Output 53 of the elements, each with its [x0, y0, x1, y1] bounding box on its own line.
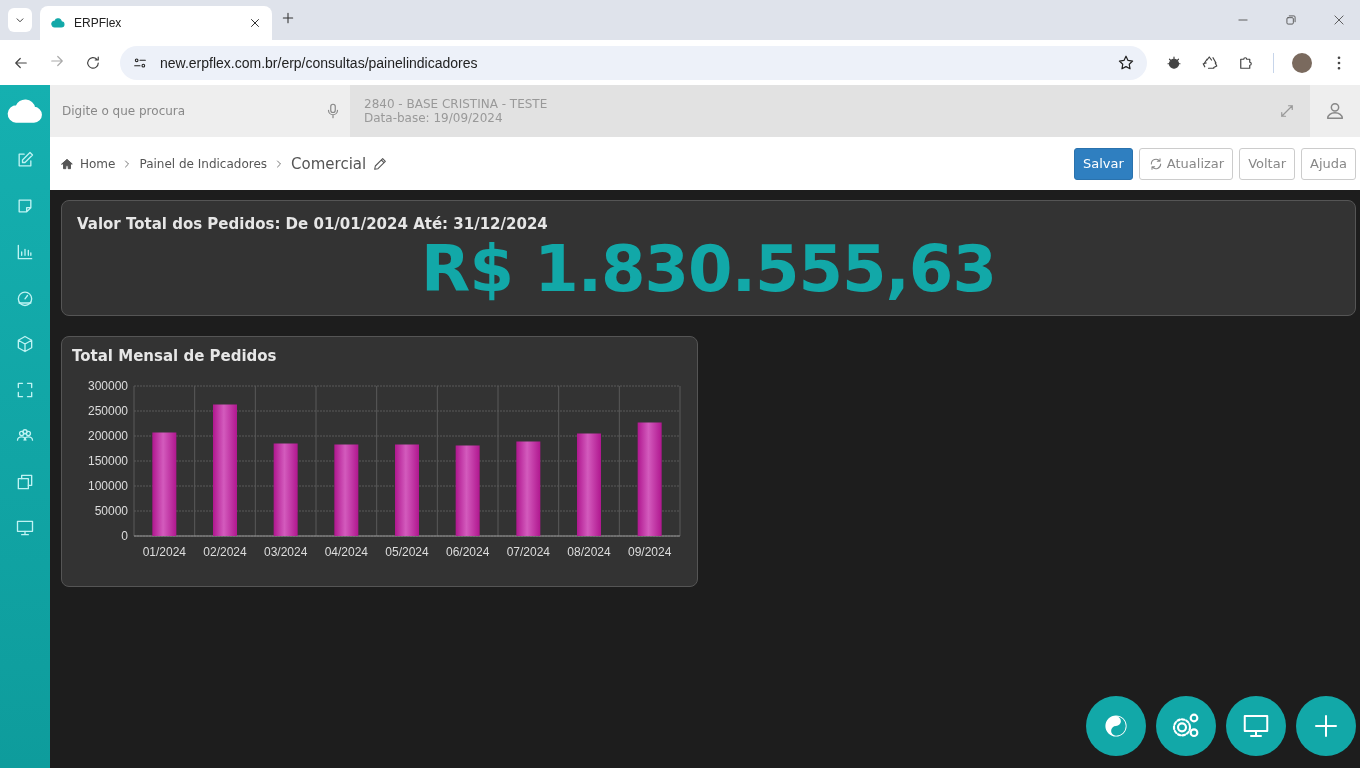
y-axis-label: 150000 — [87, 454, 128, 468]
pencil-icon[interactable] — [372, 155, 389, 172]
toolbar-button[interactable]: Atualizar — [1138, 147, 1234, 180]
y-axis-label: 100000 — [87, 479, 128, 493]
x-axis-label: 07/2024 — [506, 545, 551, 559]
x-axis-label: 02/2024 — [203, 545, 247, 559]
cube-icon[interactable] — [15, 334, 35, 354]
x-axis-label: 04/2024 — [324, 545, 369, 559]
monitor-icon[interactable] — [15, 518, 35, 538]
x-axis-label: 08/2024 — [567, 545, 611, 559]
y-axis-label: 200000 — [87, 429, 128, 443]
y-axis-label: 250000 — [87, 404, 128, 418]
company-name: 2840 - BASE CRISTINA - TESTE — [364, 97, 549, 111]
tab-title: ERPFlex — [74, 16, 123, 30]
x-axis-label: 05/2024 — [385, 545, 429, 559]
toolbar-button[interactable]: Voltar — [1239, 147, 1296, 180]
y-axis-label: 300000 — [87, 379, 128, 393]
star-icon[interactable] — [1117, 53, 1135, 72]
plus-icon[interactable] — [280, 10, 296, 26]
breadcrumb-current: Comercial — [291, 154, 367, 173]
home-icon[interactable] — [60, 156, 74, 171]
fullscreen-icon[interactable] — [1278, 102, 1296, 120]
expand-icon[interactable] — [15, 380, 35, 400]
restore-icon[interactable] — [1284, 13, 1298, 27]
reload-icon[interactable] — [84, 53, 102, 72]
monitor-button[interactable] — [1226, 696, 1286, 756]
add-button[interactable] — [1296, 696, 1356, 756]
x-axis-label: 01/2024 — [142, 545, 187, 559]
search-field[interactable]: Digite o que procura — [60, 103, 324, 119]
kpi-value: R$ 1.830.555,63 — [421, 237, 996, 301]
theme-button[interactable] — [1086, 696, 1146, 756]
search-bar[interactable]: Digite o que procura — [50, 85, 350, 137]
x-axis-label: 09/2024 — [627, 545, 672, 559]
settings-button[interactable] — [1156, 696, 1216, 756]
y-axis-label: 0 — [121, 529, 128, 543]
kpi-title: Valor Total dos Pedidos: De 01/01/2024 Até: 31/12/2024 — [77, 215, 548, 233]
x-axis-label: 06/2024 — [445, 545, 490, 559]
breadcrumb-link[interactable]: Home — [80, 156, 116, 171]
cloud-icon[interactable] — [50, 15, 66, 31]
x-axis-label: 03/2024 — [263, 545, 308, 559]
breadcrumb-link[interactable]: Painel de Indicadores — [139, 156, 268, 171]
address-bar[interactable]: new.erpflex.com.br/erp/consultas/painelindicadores — [120, 45, 1147, 80]
database-date: Data-base: 19/09/2024 — [364, 111, 504, 125]
user-icon[interactable] — [1324, 100, 1346, 122]
y-axis-label: 50000 — [94, 504, 128, 518]
bar-chart-icon[interactable] — [15, 242, 35, 262]
toolbar-button[interactable]: Ajuda — [1301, 147, 1356, 180]
save-button[interactable]: Salvar — [1074, 147, 1133, 180]
close-icon[interactable] — [248, 16, 262, 30]
chart-title: Total Mensal de Pedidos — [71, 347, 277, 365]
browser-tab[interactable]: ERPFlex — [40, 6, 272, 40]
profile-avatar[interactable] — [1292, 52, 1312, 73]
windows-icon[interactable] — [15, 472, 35, 492]
